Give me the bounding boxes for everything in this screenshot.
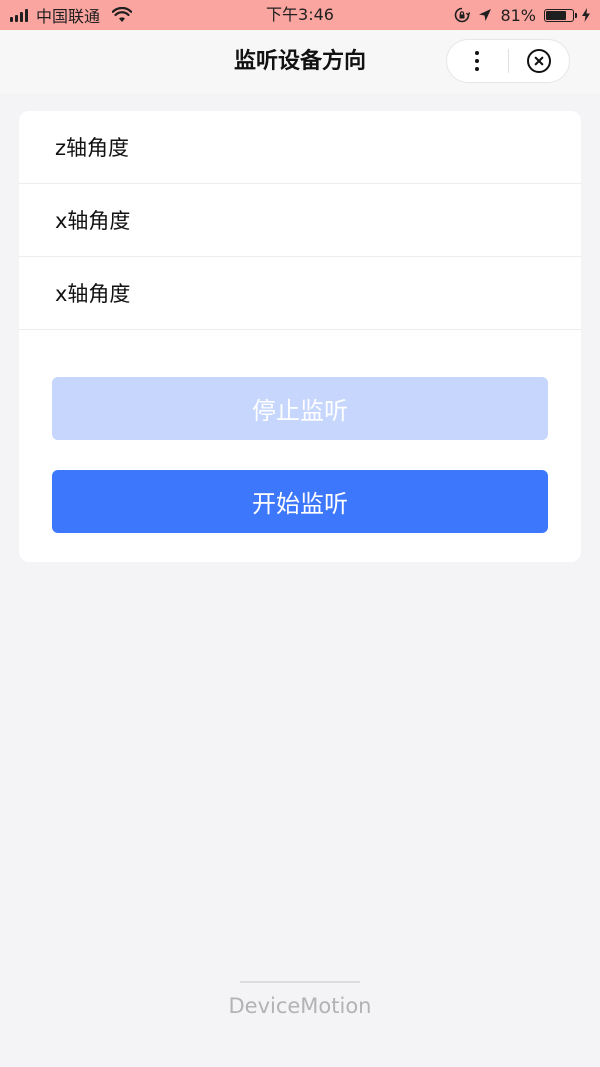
list-item-x-angle-2: x轴角度 xyxy=(19,257,581,330)
close-circle-icon xyxy=(526,49,551,73)
nav-bar: 监听设备方向 xyxy=(0,30,600,94)
charging-bolt-icon xyxy=(582,8,590,22)
more-dots-icon xyxy=(475,51,480,71)
close-button[interactable] xyxy=(509,40,570,82)
list-item-z-angle: z轴角度 xyxy=(19,111,581,184)
status-bar: 中国联通 下午3:46 81% xyxy=(0,0,600,30)
start-listening-button[interactable]: 开始监听 xyxy=(52,470,548,533)
battery-fill xyxy=(546,10,566,20)
list-item-label: x轴角度 xyxy=(55,209,131,233)
list-item-x-angle: x轴角度 xyxy=(19,184,581,257)
footer-api-name: DeviceMotion xyxy=(228,994,372,1018)
stop-listening-button[interactable]: 停止监听 xyxy=(52,377,548,440)
list-item-label: z轴角度 xyxy=(55,136,130,160)
footer-divider xyxy=(240,981,360,983)
battery-icon xyxy=(544,8,577,22)
content-card: z轴角度 x轴角度 x轴角度 停止监听 开始监听 xyxy=(19,111,581,562)
list-item-label: x轴角度 xyxy=(55,282,131,306)
status-bar-right: 81% xyxy=(454,0,590,30)
rotation-lock-icon xyxy=(455,7,471,23)
battery-percent: 81% xyxy=(500,5,536,25)
mini-program-capsule xyxy=(446,39,570,83)
location-arrow-icon xyxy=(479,9,492,21)
more-button[interactable] xyxy=(447,40,508,82)
